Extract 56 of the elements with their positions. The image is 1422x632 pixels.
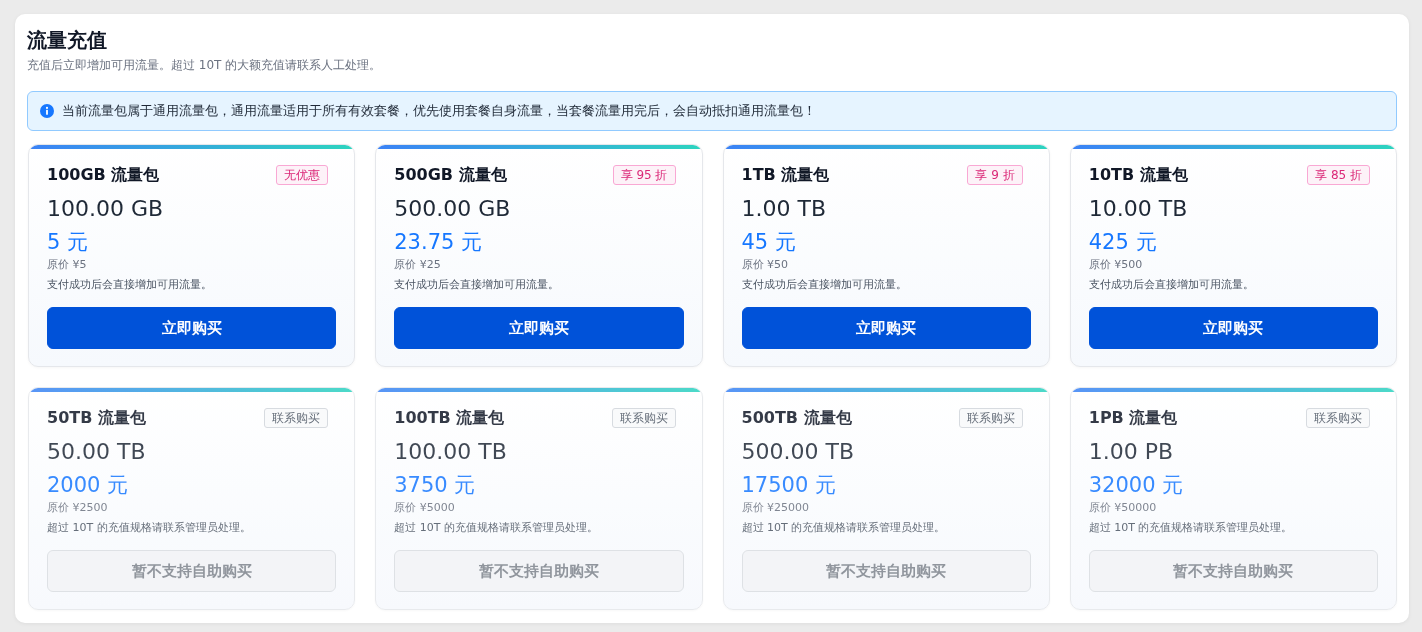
package-price: 2000 元 — [47, 472, 130, 499]
package-size: 100.00 GB — [47, 195, 165, 223]
package-tag: 联系购买 — [958, 408, 1023, 428]
buy-button[interactable]: 立即购买 — [1088, 307, 1378, 349]
package-note: 支付成功后会直接增加可用流量。 — [47, 277, 213, 293]
original-price: 原价 ¥500 — [1088, 257, 1144, 273]
original-price: 原价 ¥25000 — [741, 500, 810, 516]
page-title: 流量充值 — [27, 27, 108, 54]
package-name: 100GB 流量包 — [47, 164, 160, 186]
package-price: 3750 元 — [394, 472, 477, 499]
package-size: 500.00 GB — [394, 195, 512, 223]
original-price: 原价 ¥25 — [394, 257, 442, 273]
package-price: 17500 元 — [741, 472, 837, 499]
package-note: 超过 10T 的充值规格请联系管理员处理。 — [1088, 520, 1294, 536]
original-price: 原价 ¥2500 — [47, 500, 109, 516]
package-size: 500.00 TB — [741, 438, 855, 466]
buy-button[interactable]: 立即购买 — [394, 307, 684, 349]
buy-button[interactable]: 立即购买 — [47, 307, 337, 349]
package-name: 1TB 流量包 — [741, 164, 830, 186]
package-tag: 联系购买 — [1306, 408, 1370, 428]
info-icon — [40, 104, 54, 118]
package-tag: 联系购买 — [611, 408, 676, 428]
package-size: 50.00 TB — [47, 438, 147, 466]
package-name: 1PB 流量包 — [1088, 407, 1178, 429]
package-name: 500TB 流量包 — [741, 407, 852, 429]
package-size: 1.00 TB — [741, 195, 827, 223]
original-price: 原价 ¥5 — [47, 257, 88, 273]
package-name: 50TB 流量包 — [47, 407, 146, 429]
package-tag: 联系购买 — [264, 408, 329, 428]
package-size: 10.00 TB — [1088, 195, 1189, 223]
package-price: 425 元 — [1088, 229, 1158, 256]
original-price: 原价 ¥50000 — [1088, 500, 1158, 516]
package-size: 100.00 TB — [394, 438, 508, 466]
buy-button[interactable]: 立即购买 — [741, 307, 1031, 349]
original-price: 原价 ¥50 — [741, 257, 789, 273]
package-price: 32000 元 — [1088, 472, 1185, 499]
package-name: 500GB 流量包 — [394, 164, 507, 186]
package-note: 超过 10T 的充值规格请联系管理员处理。 — [394, 520, 599, 536]
package-note: 支付成功后会直接增加可用流量。 — [1088, 277, 1255, 293]
package-tag: 无优惠 — [276, 165, 329, 185]
package-name: 100TB 流量包 — [394, 407, 505, 429]
package-tag: 享 95 折 — [612, 165, 676, 185]
package-note: 超过 10T 的充值规格请联系管理员处理。 — [47, 520, 252, 536]
info-text: 当前流量包属于通用流量包，通用流量适用于所有有效套餐，优先使用套餐自身流量，当套餐流量用完后，会自动抵扣通用流量包！ — [62, 102, 816, 120]
package-note: 支付成功后会直接增加可用流量。 — [394, 277, 561, 293]
package-note: 支付成功后会直接增加可用流量。 — [741, 277, 908, 293]
package-price: 5 元 — [47, 229, 90, 256]
package-tag: 享 9 折 — [967, 165, 1023, 185]
package-name: 10TB 流量包 — [1088, 164, 1188, 186]
package-note: 超过 10T 的充值规格请联系管理员处理。 — [741, 520, 947, 536]
package-size: 1.00 PB — [1088, 438, 1175, 466]
package-price: 23.75 元 — [394, 229, 484, 256]
original-price: 原价 ¥5000 — [394, 500, 456, 516]
page-subtitle: 充值后立即增加可用流量。超过 10T 的大额充值请联系人工处理。 — [27, 57, 383, 74]
package-tag: 享 85 折 — [1307, 165, 1370, 185]
package-price: 45 元 — [741, 229, 797, 256]
